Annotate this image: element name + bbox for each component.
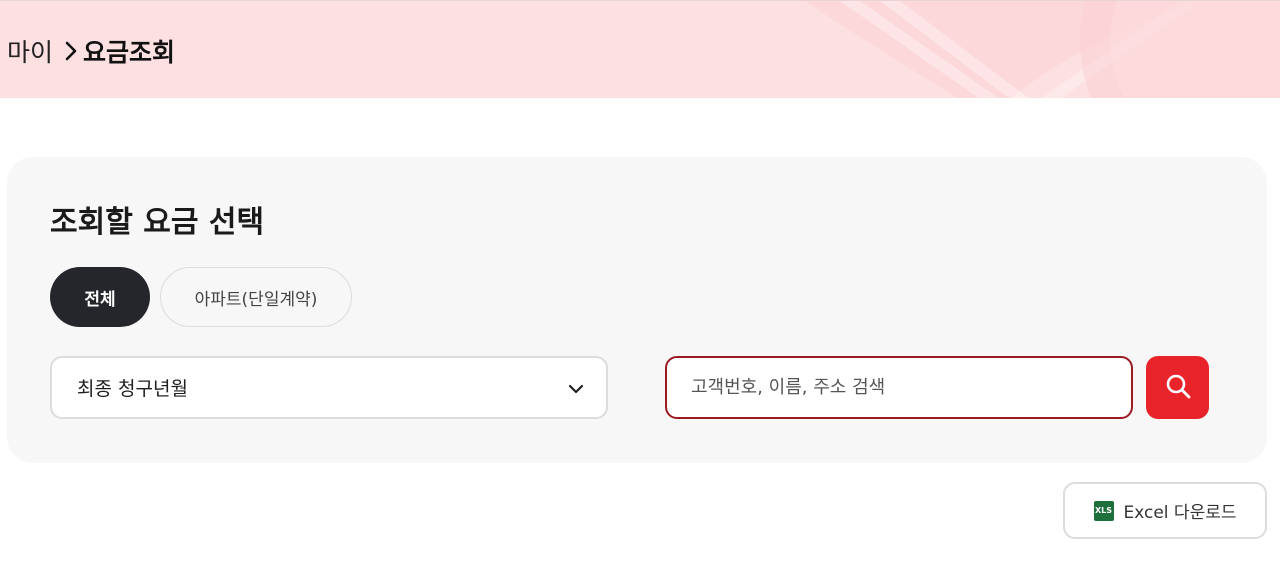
billing-month-select[interactable]: 최종 청구년월	[50, 356, 608, 419]
page-title: 요금조회	[83, 38, 176, 67]
panel-title: 조회할 요금 선택	[50, 205, 265, 240]
chevron-down-icon	[568, 377, 584, 399]
breadcrumb-root[interactable]: 마이	[7, 33, 53, 69]
filter-chip-all-label: 전체	[84, 289, 116, 310]
excel-file-icon: XLS	[1093, 500, 1114, 521]
excel-download-label: Excel 다운로드	[1123, 503, 1237, 523]
breadcrumb: 마이 요금조회	[7, 34, 175, 68]
excel-download-button[interactable]: XLS Excel 다운로드	[1063, 482, 1267, 539]
chevron-right-icon	[65, 41, 77, 61]
header-decoration	[805, 1, 1280, 98]
search-input[interactable]	[665, 356, 1133, 419]
search-icon	[1164, 372, 1192, 403]
search-button[interactable]	[1146, 356, 1209, 419]
filter-chip-apartment-label: 아파트(단일계약)	[194, 289, 318, 310]
page-header: 마이 요금조회	[0, 0, 1280, 98]
filter-chip-all[interactable]: 전체	[50, 267, 150, 327]
filter-chip-apartment[interactable]: 아파트(단일계약)	[160, 267, 352, 327]
fee-selection-panel: 조회할 요금 선택 전체 아파트(단일계약) 최종 청구년월	[7, 157, 1267, 463]
billing-month-select-value: 최종 청구년월	[77, 378, 188, 400]
